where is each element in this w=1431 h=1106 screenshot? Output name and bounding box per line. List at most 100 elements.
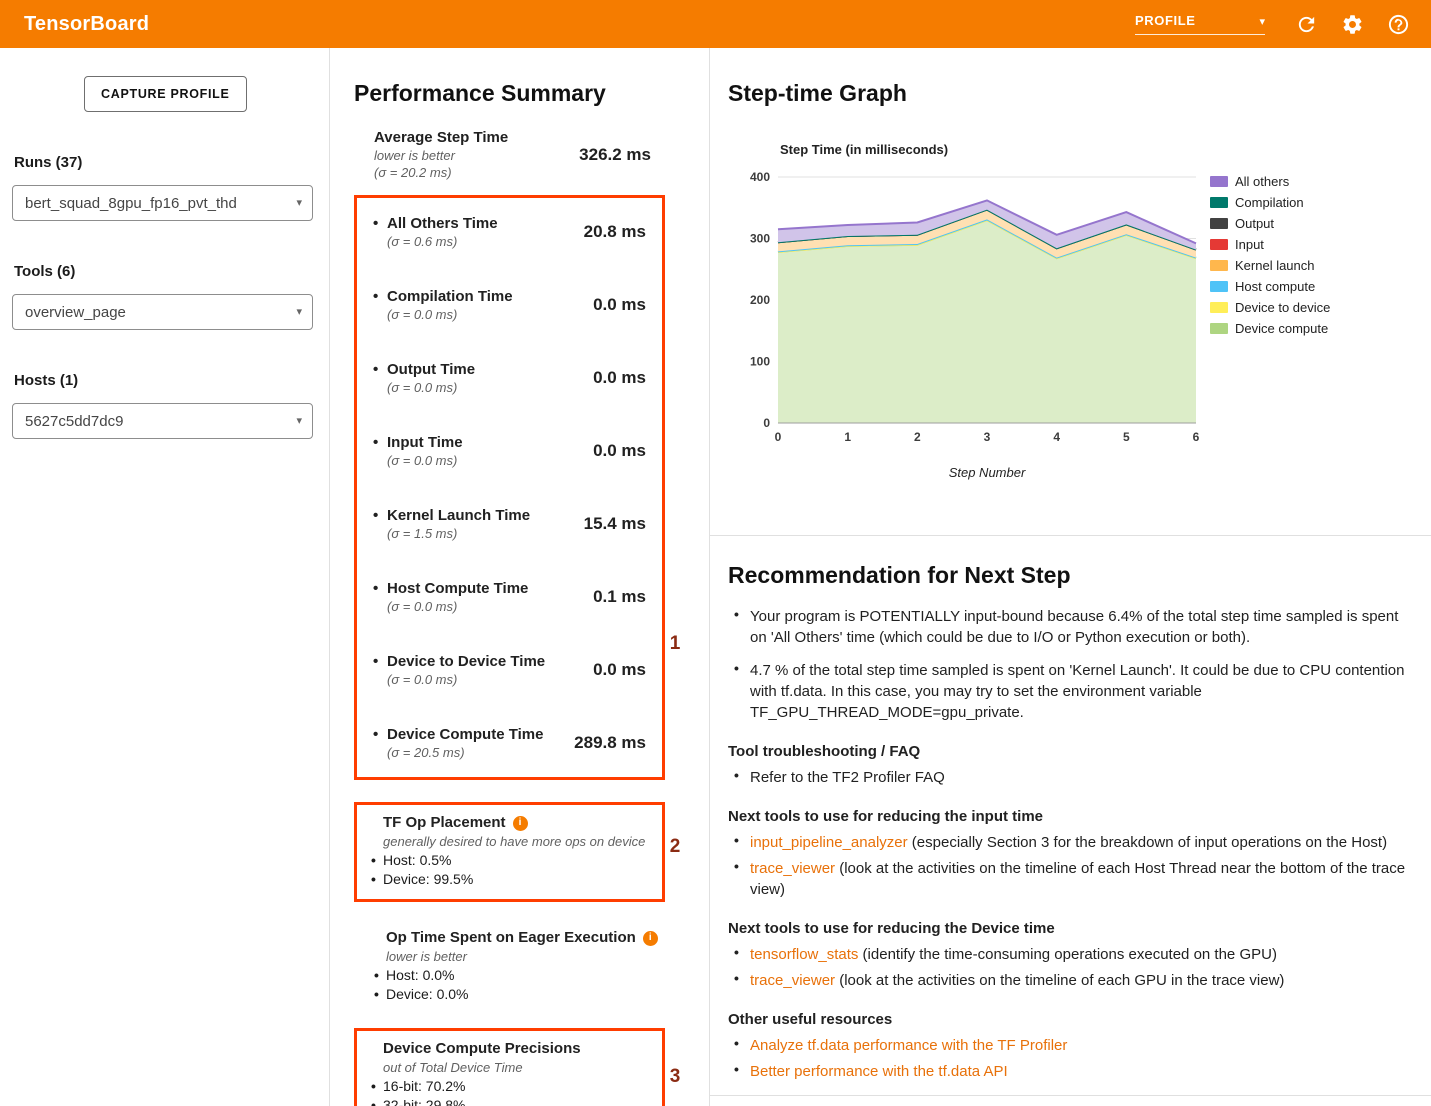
precision-32bit: •32-bit: 29.8% [371,1096,648,1106]
tools-group: Tools (6) overview_page ▾ [12,263,313,330]
trace-viewer-link[interactable]: trace_viewer [750,972,835,989]
bullet: • [371,851,383,870]
legend-item: Device compute [1210,318,1330,339]
metric-sigma: (σ = 20.5 ms) [373,744,543,761]
step-time-graph-card: Step-time Graph Step Time (in millisecon… [710,48,1431,536]
bullet: • [373,506,387,525]
metric-value: 20.8 ms [584,222,646,242]
metric-sigma: (σ = 20.2 ms) [374,164,508,181]
legend-label: All others [1235,174,1289,189]
metric-sigma: (σ = 0.0 ms) [373,598,528,615]
list-item-text: (look at the activities on the timeline … [750,860,1405,898]
eager-host: •Host: 0.0% [374,966,671,985]
bullet: • [734,970,750,991]
legend-label: Output [1235,216,1274,231]
svg-text:4: 4 [1053,430,1060,444]
recommendation-bullet: • Your program is POTENTIALLY input-boun… [728,606,1411,648]
legend-item: Output [1210,213,1330,234]
legend-item: All others [1210,171,1330,192]
tensorflow-stats-link[interactable]: tensorflow_stats [750,946,858,963]
bullet: • [734,1061,750,1082]
legend-label: Device compute [1235,321,1328,336]
refresh-icon [1295,13,1318,36]
precisions-note: out of Total Device Time [383,1059,648,1077]
reload-button[interactable] [1287,5,1325,43]
hosts-select[interactable]: 5627c5dd7dc9 ▾ [12,403,313,439]
metric-sigma: (σ = 0.0 ms) [373,379,475,396]
chevron-down-icon: ▾ [296,307,302,318]
list-item: • Refer to the TF2 Profiler FAQ [728,767,1411,788]
list-item: • tensorflow_stats (identify the time-co… [728,944,1411,965]
precisions-title: Device Compute Precisions [383,1039,581,1059]
dashboard-select[interactable]: PROFILE ▾ [1135,13,1265,35]
bullet: • [734,660,750,723]
app-title: TensorBoard [24,13,149,36]
capture-profile-button[interactable]: CAPTURE PROFILE [84,76,247,112]
svg-text:5: 5 [1123,430,1130,444]
tools-select[interactable]: overview_page ▾ [12,294,313,330]
annotation-3: 3 [665,1066,685,1088]
hosts-group: Hosts (1) 5627c5dd7dc9 ▾ [12,372,313,439]
list-item: • Better performance with the tf.data AP… [728,1061,1411,1082]
metric-value: 0.0 ms [593,441,646,461]
section-heading: Next tools to use for reducing the input… [728,806,1411,827]
legend-label: Device to device [1235,300,1330,315]
bullet: • [373,287,387,306]
list-item: • trace_viewer (look at the activities o… [728,970,1411,991]
metric-row-device-to-device: •Device to Device Time (σ = 0.0 ms) 0.0 … [373,652,646,688]
bullet: • [373,214,387,233]
legend-swatch [1210,302,1228,313]
header-actions: PROFILE ▾ [1135,5,1417,43]
metric-row-host-compute: •Host Compute Time (σ = 0.0 ms) 0.1 ms [373,579,646,615]
help-button[interactable] [1379,5,1417,43]
performance-summary-panel: Performance Summary Average Step Time lo… [330,48,710,1106]
tools-select-value: overview_page [25,304,126,321]
recommendation-title: Recommendation for Next Step [728,560,1411,590]
bullet: • [373,652,387,671]
legend-item: Input [1210,234,1330,255]
tf-op-placement-box: TF Op Placementi generally desired to ha… [354,802,665,902]
metric-value: 0.0 ms [593,295,646,315]
settings-button[interactable] [1333,5,1371,43]
sidebar: CAPTURE PROFILE Runs (37) bert_squad_8gp… [0,48,330,1106]
runs-select[interactable]: bert_squad_8gpu_fp16_pvt_thd ▾ [12,185,313,221]
legend-swatch [1210,239,1228,250]
metric-label: Device to Device Time [387,653,545,670]
metric-sigma: (σ = 0.0 ms) [373,452,463,469]
legend-swatch [1210,323,1228,334]
tf-op-placement-host: •Host: 0.5% [371,851,648,870]
tfdata-performance-link[interactable]: Analyze tf.data performance with the TF … [750,1037,1067,1054]
info-icon[interactable]: i [643,931,658,946]
svg-text:0: 0 [775,430,782,444]
metric-label: Output Time [387,361,475,378]
annotation-2: 2 [665,836,685,858]
metric-sigma: (σ = 0.0 ms) [373,671,545,688]
bullet: • [373,360,387,379]
bullet: • [734,832,750,853]
list-item: • trace_viewer (look at the activities o… [728,858,1411,900]
svg-text:300: 300 [750,232,770,246]
metric-row-output: •Output Time (σ = 0.0 ms) 0.0 ms [373,360,646,396]
bullet: • [371,1096,383,1106]
metric-note: lower is better [374,147,508,164]
input-pipeline-analyzer-link[interactable]: input_pipeline_analyzer [750,834,908,851]
svg-text:100: 100 [750,355,770,369]
bullet: • [734,606,750,648]
better-performance-tfdata-link[interactable]: Better performance with the tf.data API [750,1063,1008,1080]
hosts-select-value: 5627c5dd7dc9 [25,413,123,430]
bullet: • [734,858,750,900]
info-icon[interactable]: i [513,816,528,831]
tf-op-placement-title: TF Op Placement [383,813,506,833]
bullet: • [734,1035,750,1056]
section-faq: Tool troubleshooting / FAQ • Refer to th… [728,741,1411,788]
metric-sigma: (σ = 1.5 ms) [373,525,530,542]
metric-row-all-others: •All Others Time (σ = 0.6 ms) 20.8 ms [373,214,646,250]
legend-label: Host compute [1235,279,1315,294]
list-item-text: (identify the time-consuming operations … [858,946,1277,963]
chart-wrap: Step Time (in milliseconds) 010020030040… [740,142,1411,480]
average-step-time-row: Average Step Time lower is better (σ = 2… [354,128,685,181]
section-other-resources: Other useful resources • Analyze tf.data… [728,1009,1411,1082]
trace-viewer-link[interactable]: trace_viewer [750,860,835,877]
legend-label: Kernel launch [1235,258,1315,273]
svg-text:0: 0 [763,416,770,430]
